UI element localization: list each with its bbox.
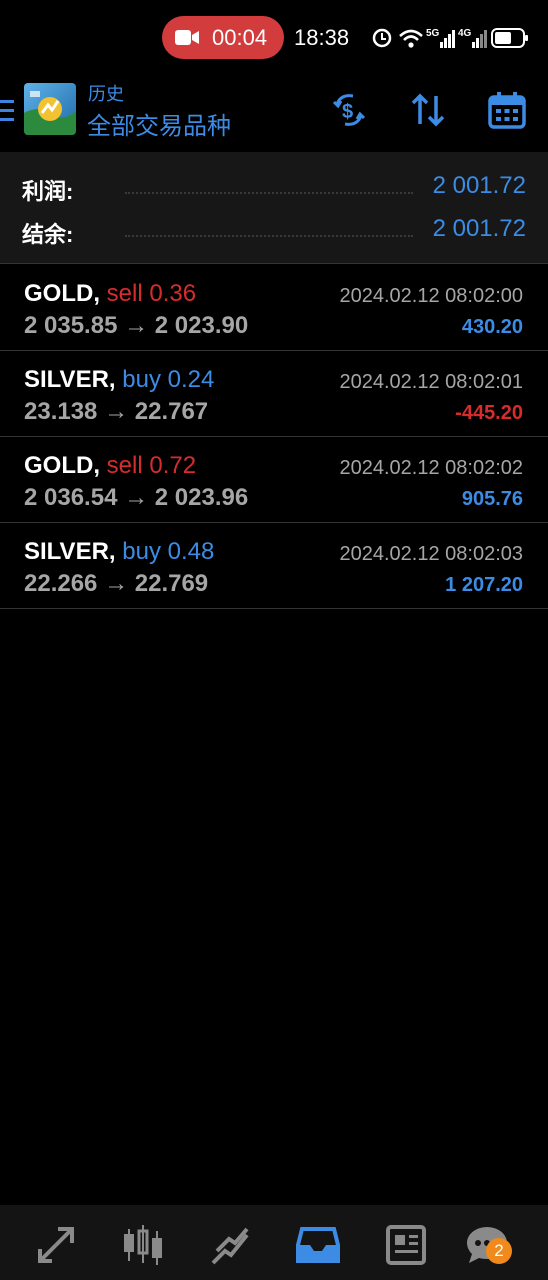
battery-icon: [491, 28, 528, 48]
profit-value: 2 001.72: [432, 172, 526, 199]
deal-profit: 905.76: [461, 488, 523, 510]
balance-row: 结余: 2 001.72: [0, 211, 548, 251]
timer-icon: [372, 28, 392, 48]
quotes-icon[interactable]: [34, 1223, 78, 1267]
deal-time: 2024.02.12 08:02:02: [339, 457, 523, 479]
deal-prices: 2 035.85 → 2 023.90: [24, 312, 249, 339]
deal-prices: 22.266 → 22.769: [24, 570, 209, 597]
dotted-leader: [125, 235, 413, 237]
trade-icon[interactable]: [209, 1223, 253, 1267]
currency-exchange-icon[interactable]: $: [329, 90, 369, 130]
news-icon[interactable]: [384, 1223, 428, 1267]
deal-prices: 23.138 → 22.767: [24, 398, 209, 425]
screen-recording-pill[interactable]: 00:04: [162, 16, 284, 59]
deal-time: 2024.02.12 08:02:00: [339, 285, 523, 307]
svg-text:5G: 5G: [426, 28, 440, 39]
deal-title: GOLD, sell 0.72: [24, 452, 196, 480]
deal-prices: 2 036.54 → 2 023.96: [24, 484, 249, 511]
deal-symbol: GOLD,: [24, 452, 100, 479]
chat-badge: 2: [486, 1238, 512, 1264]
deals-list: GOLD, sell 0.36 2 035.85 → 2 023.90 2024…: [0, 265, 548, 609]
deal-row[interactable]: SILVER, buy 0.24 23.138 → 22.767 2024.02…: [0, 351, 548, 437]
deal-symbol: SILVER,: [24, 366, 116, 393]
svg-text:4G: 4G: [458, 28, 472, 39]
app-logo[interactable]: [24, 83, 76, 135]
deal-side: sell 0.72: [106, 452, 197, 479]
deal-side: buy 0.24: [122, 366, 215, 393]
deal-row[interactable]: GOLD, sell 0.72 2 036.54 → 2 023.96 2024…: [0, 437, 548, 523]
svg-text:$: $: [342, 101, 353, 123]
recording-time: 00:04: [212, 25, 268, 50]
deal-side: buy 0.48: [122, 538, 215, 565]
deal-side: sell 0.36: [106, 280, 197, 307]
deal-time: 2024.02.12 08:02:01: [339, 371, 523, 393]
profit-label: 利润:: [22, 179, 74, 204]
balance-value: 2 001.72: [432, 215, 526, 242]
status-bar: 00:04 18:38 5G 4G: [0, 0, 548, 76]
sort-icon[interactable]: [408, 90, 448, 130]
menu-icon[interactable]: [0, 100, 16, 122]
header-subtitle: 历史: [88, 84, 124, 104]
deal-symbol: GOLD,: [24, 280, 100, 307]
header-title[interactable]: 全部交易品种: [87, 106, 231, 141]
deal-title: SILVER, buy 0.48: [24, 538, 214, 566]
profit-row: 利润: 2 001.72: [0, 168, 548, 208]
recording-camera-icon: [175, 30, 199, 45]
deal-profit: -445.20: [455, 402, 523, 424]
app-header: 历史 全部交易品种 $: [0, 76, 548, 152]
deal-title: SILVER, buy 0.24: [24, 366, 214, 394]
summary-panel: 利润: 2 001.72 结余: 2 001.72: [0, 152, 548, 264]
history-icon[interactable]: [296, 1223, 340, 1267]
deal-profit: 430.20: [461, 316, 523, 338]
chart-icon[interactable]: [121, 1223, 165, 1267]
signal-5g-icon: 5G: [426, 28, 455, 48]
deal-symbol: SILVER,: [24, 538, 116, 565]
status-clock: 18:38: [294, 25, 350, 50]
bottom-nav: [0, 1205, 548, 1280]
deal-profit: 1 207.20: [445, 574, 523, 596]
dotted-leader: [125, 192, 413, 194]
deal-row[interactable]: GOLD, sell 0.36 2 035.85 → 2 023.90 2024…: [0, 265, 548, 351]
deal-row[interactable]: SILVER, buy 0.48 22.266 → 22.769 2024.02…: [0, 523, 548, 609]
calendar-icon[interactable]: [487, 90, 527, 130]
deal-time: 2024.02.12 08:02:03: [339, 543, 523, 565]
deal-title: GOLD, sell 0.36: [24, 280, 196, 308]
status-icons: 5G 4G: [372, 28, 528, 48]
wifi-icon: [399, 29, 423, 48]
balance-label: 结余:: [22, 222, 74, 247]
signal-4g-icon: 4G: [458, 28, 487, 48]
